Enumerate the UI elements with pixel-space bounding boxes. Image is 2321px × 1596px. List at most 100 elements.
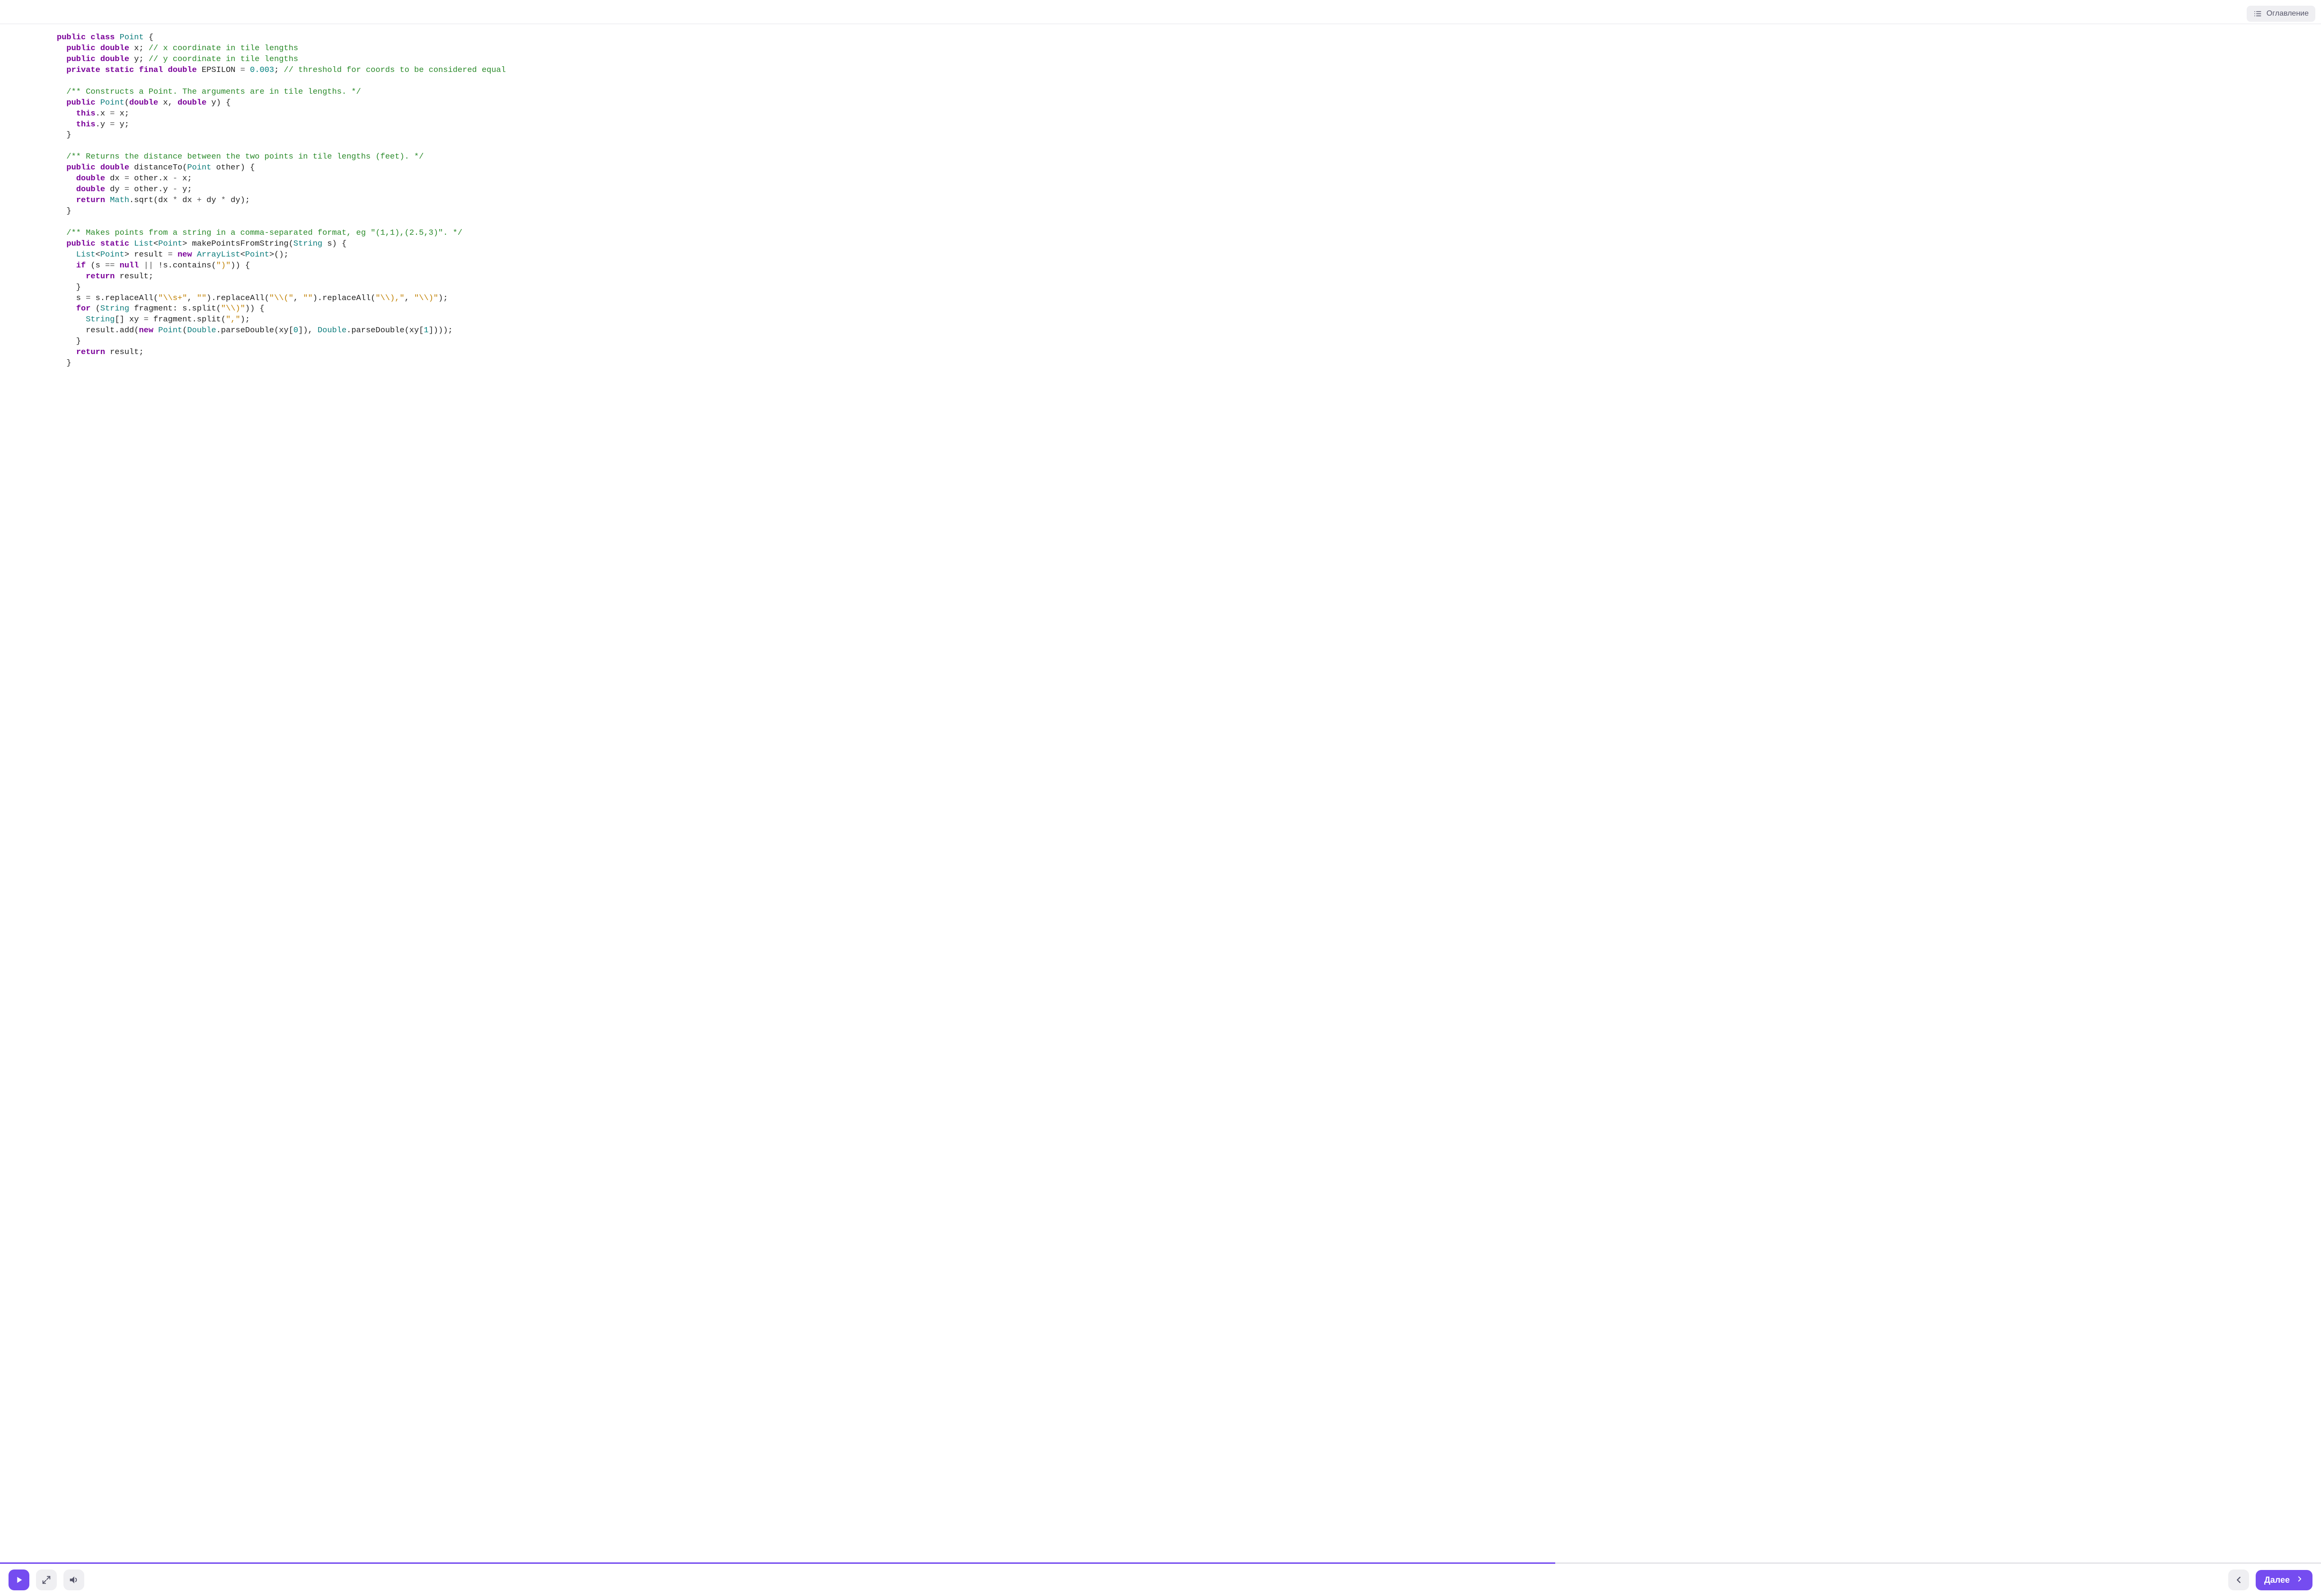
code-token (57, 152, 66, 161)
code-token: s.replaceAll( (90, 294, 158, 303)
prev-button[interactable] (2228, 1569, 2249, 1590)
code-token: = (124, 174, 129, 183)
code-token: class (90, 33, 115, 42)
code-token: .y (96, 120, 110, 129)
code-token (96, 55, 100, 64)
code-token: String (100, 304, 129, 313)
code-token: , (187, 294, 196, 303)
code-token: other.x (129, 174, 173, 183)
fullscreen-button[interactable] (36, 1569, 57, 1590)
code-token: final (139, 66, 163, 75)
code-token: ( (124, 98, 129, 107)
code-token: "\\)," (375, 294, 404, 303)
code-token: ]), (298, 326, 318, 335)
code-token: dy (202, 196, 221, 205)
code-token: ); (438, 294, 448, 303)
code-token: * (221, 196, 226, 205)
code-token: distanceTo( (129, 163, 187, 172)
code-token: Point (158, 239, 182, 248)
code-token (163, 66, 168, 75)
code-token: List (134, 239, 153, 248)
code-token: Point (158, 326, 182, 335)
code-token: x, (158, 98, 177, 107)
next-label: Далее (2264, 1575, 2290, 1585)
code-token: < (240, 250, 245, 259)
code-token (57, 163, 66, 172)
code-token: x; (115, 109, 129, 118)
volume-button[interactable] (63, 1569, 84, 1590)
code-token (96, 44, 100, 53)
code-token (57, 261, 76, 270)
expand-icon (41, 1575, 52, 1585)
code-token: < (153, 239, 158, 248)
code-token: fragment: s.split( (129, 304, 221, 313)
code-token (115, 261, 119, 270)
code-token: Point (100, 98, 124, 107)
code-token: Point (187, 163, 211, 172)
code-token: Point (100, 250, 124, 259)
code-token (96, 98, 100, 107)
code-token: = (168, 250, 173, 259)
code-token: /** Constructs a Point. The arguments ar… (66, 88, 361, 97)
code-token: "" (303, 294, 312, 303)
code-token: y; (177, 185, 192, 194)
code-token: + (197, 196, 202, 205)
code-token: y) { (206, 98, 230, 107)
code-token: [] xy (115, 315, 143, 324)
toc-label: Оглавление (2267, 9, 2309, 18)
next-button[interactable]: Далее (2256, 1570, 2312, 1590)
code-token (96, 163, 100, 172)
code-token: static (100, 239, 129, 248)
code-token: result.add( (57, 326, 139, 335)
code-token: fragment.split( (149, 315, 226, 324)
code-token: } (57, 337, 81, 346)
code-token: = (144, 315, 149, 324)
code-token: new (177, 250, 192, 259)
code-token: "\\)" (221, 304, 245, 313)
code-token: !s.contains( (153, 261, 216, 270)
code-token: = (240, 66, 245, 75)
code-token: ArrayList (197, 250, 240, 259)
code-token: .parseDouble(xy[ (346, 326, 424, 335)
list-icon (2253, 9, 2262, 18)
code-token: dy); (226, 196, 250, 205)
play-icon (14, 1575, 24, 1585)
code-token (57, 55, 66, 64)
code-token: /** Makes points from a string in a comm… (66, 229, 462, 238)
code-token: public (66, 44, 95, 53)
code-token: new (139, 326, 153, 335)
code-token (57, 98, 66, 107)
code-token: .sqrt(dx (129, 196, 173, 205)
code-token: double (76, 185, 105, 194)
code-token (100, 66, 105, 75)
code-token: 0 (293, 326, 298, 335)
code-token (57, 120, 76, 129)
code-token: = (110, 109, 115, 118)
code-token (153, 326, 158, 335)
code-block: public class Point { public double x; //… (0, 26, 2321, 376)
topbar: Оглавление (0, 0, 2321, 24)
toc-button[interactable]: Оглавление (2247, 6, 2315, 22)
code-token: public (66, 55, 95, 64)
code-token: , (293, 294, 303, 303)
code-token (57, 348, 76, 357)
code-token: public (57, 33, 86, 42)
code-token: { (144, 33, 153, 42)
code-token: } (57, 207, 71, 216)
code-token (96, 239, 100, 248)
code-token: >(); (269, 250, 289, 259)
code-token (129, 239, 134, 248)
code-token: double (129, 98, 158, 107)
volume-icon (69, 1575, 79, 1585)
code-token: EPSILON (197, 66, 240, 75)
code-token: .x (96, 109, 110, 118)
code-token (86, 33, 90, 42)
code-token (57, 304, 76, 313)
code-token (57, 315, 86, 324)
code-token: return (76, 348, 105, 357)
code-token: , (405, 294, 414, 303)
code-token: - (173, 185, 177, 194)
code-token (105, 196, 110, 205)
code-token: other.y (129, 185, 173, 194)
play-button[interactable] (9, 1569, 29, 1590)
